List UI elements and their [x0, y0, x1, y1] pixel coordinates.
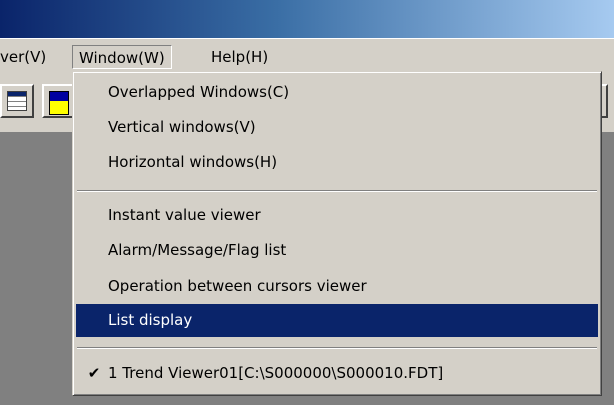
menu-item-list-display[interactable]: List display: [76, 304, 598, 337]
table-view-icon: [7, 91, 27, 111]
color-settings-icon: [49, 91, 69, 115]
menu-bar: ver(V) Window(W) Help(H): [0, 38, 614, 73]
menu-item-alarm-message-flag-list[interactable]: Alarm/Message/Flag list: [76, 234, 598, 267]
title-bar: [0, 0, 614, 38]
menu-view[interactable]: ver(V): [0, 45, 52, 69]
menu-window[interactable]: Window(W): [72, 45, 172, 69]
menu-separator: [77, 190, 597, 192]
menu-item-vertical-windows[interactable]: Vertical windows(V): [76, 111, 598, 144]
menu-item-trend-viewer-01[interactable]: ✔ 1 Trend Viewer01[C:\S000000\S000010.FD…: [76, 357, 598, 390]
menu-separator: [77, 347, 597, 349]
color-settings-button[interactable]: [42, 84, 76, 118]
menu-item-operation-between-cursors-viewer[interactable]: Operation between cursors viewer: [76, 270, 598, 303]
table-view-button[interactable]: [0, 84, 34, 118]
menu-item-overlapped-windows[interactable]: Overlapped Windows(C): [76, 76, 598, 109]
menu-item-instant-value-viewer[interactable]: Instant value viewer: [76, 199, 598, 232]
menu-item-horizontal-windows[interactable]: Horizontal windows(H): [76, 146, 598, 179]
window-dropdown-menu: Overlapped Windows(C) Vertical windows(V…: [72, 71, 602, 396]
menu-help[interactable]: Help(H): [205, 45, 274, 69]
menu-item-label: 1 Trend Viewer01[C:\S000000\S000010.FDT]: [108, 364, 444, 382]
checkmark-icon: ✔: [87, 364, 101, 382]
